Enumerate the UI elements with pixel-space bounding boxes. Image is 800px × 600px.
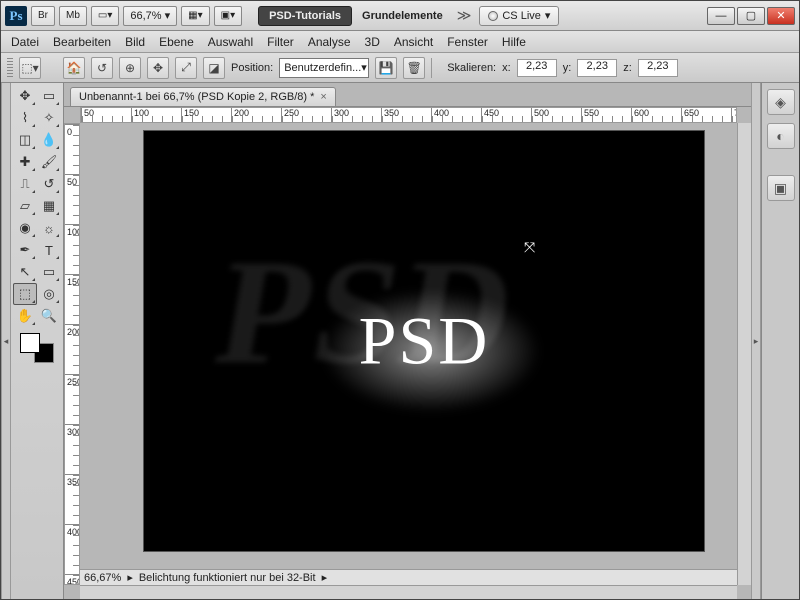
delete-preset-icon[interactable]: 🗑 xyxy=(403,57,425,79)
gradient-tool[interactable]: ▦ xyxy=(37,195,61,217)
y-label: y: xyxy=(563,62,572,74)
opt-scale-icon[interactable]: ⤢ xyxy=(175,57,197,79)
screen-mode-button[interactable]: ▭▾ xyxy=(91,6,119,26)
tool-preset-button[interactable]: ⬚▾ xyxy=(19,57,41,79)
type-tool[interactable]: T xyxy=(37,239,61,261)
options-bar: ⬚▾ 🏠 ↺ ⊕ ✥ ⤢ ◪ Position: Benutzerdefin..… xyxy=(1,53,799,83)
titlebar: Ps Br Mb ▭▾ 66,7% ▾ ▦▾ ▣▾ PSD-Tutorials … xyxy=(1,1,799,31)
3d-cursor-icon: ⤧ xyxy=(524,239,535,256)
scale-x-field[interactable]: 2,23 xyxy=(517,59,557,77)
position-dropdown[interactable]: Benutzerdefin...▾ xyxy=(279,58,369,78)
opt-rotate-icon[interactable]: ↺ xyxy=(91,57,113,79)
status-arrow2-icon[interactable]: ▸ xyxy=(322,571,328,584)
opt-orbit-icon[interactable]: ⊕ xyxy=(119,57,141,79)
hand-tool[interactable]: ✋ xyxy=(13,305,37,327)
document-tab[interactable]: Unbenannt-1 bei 66,7% (PSD Kopie 2, RGB/… xyxy=(70,87,336,106)
3d-tool[interactable]: ⬚ xyxy=(13,283,37,305)
eyedropper-tool[interactable]: 💧 xyxy=(37,129,61,151)
bridge-button[interactable]: Br xyxy=(31,6,55,26)
path-tool[interactable]: ↖ xyxy=(13,261,37,283)
collapse-right[interactable]: ▸ xyxy=(751,83,761,599)
menu-bearbeiten[interactable]: Bearbeiten xyxy=(53,35,111,49)
menu-auswahl[interactable]: Auswahl xyxy=(208,35,253,49)
opt-pan-icon[interactable]: ✥ xyxy=(147,57,169,79)
brush-tool[interactable]: 🖌 xyxy=(37,151,61,173)
save-preset-icon[interactable]: 💾 xyxy=(375,57,397,79)
paths-panel-icon[interactable]: ▣ xyxy=(767,175,795,201)
scale-z-field[interactable]: 2,23 xyxy=(638,59,678,77)
menu-hilfe[interactable]: Hilfe xyxy=(502,35,526,49)
menu-ansicht[interactable]: Ansicht xyxy=(394,35,433,49)
dodge-tool[interactable]: ☼ xyxy=(37,217,61,239)
collapse-left[interactable]: ◂ xyxy=(1,83,11,599)
status-arrow-icon[interactable]: ▸ xyxy=(127,571,133,584)
crop-tool[interactable]: ◫ xyxy=(13,129,37,151)
editor-wrap: Unbenannt-1 bei 66,7% (PSD Kopie 2, RGB/… xyxy=(64,83,751,599)
3d-camera-tool[interactable]: ◎ xyxy=(37,283,61,305)
menu-fenster[interactable]: Fenster xyxy=(447,35,488,49)
lasso-tool[interactable]: ⌇ xyxy=(13,107,37,129)
marquee-tool[interactable]: ▭ xyxy=(37,85,61,107)
z-label: z: xyxy=(623,62,632,74)
grip-icon[interactable] xyxy=(7,58,13,78)
wand-tool[interactable]: ✧ xyxy=(37,107,61,129)
scale-label: Skalieren: xyxy=(447,62,496,74)
pen-tool[interactable]: ✒ xyxy=(13,239,37,261)
canvas-text: PSD xyxy=(359,302,490,381)
ruler-vertical[interactable]: 050100150200250300350400450 xyxy=(64,123,80,585)
move-tool[interactable]: ✥ xyxy=(13,85,37,107)
toolbox: ✥▭ ⌇✧ ◫💧 ✚🖌 ⎍↺ ▱▦ ◉☼ ✒T ↖▭ ⬚◎ ✋🔍 xyxy=(11,83,64,599)
close-button[interactable]: ✕ xyxy=(767,7,795,25)
scrollbar-vertical[interactable] xyxy=(737,123,751,585)
menu-ebene[interactable]: Ebene xyxy=(159,35,194,49)
status-msg: Belichtung funktioniert nur bei 32-Bit xyxy=(139,572,316,584)
opt-home-icon[interactable]: 🏠 xyxy=(63,57,85,79)
scrollbar-horizontal[interactable] xyxy=(80,585,737,599)
status-bar: 66,67% ▸ Belichtung funktioniert nur bei… xyxy=(80,569,737,585)
minibridge-button[interactable]: Mb xyxy=(59,6,87,26)
menu-bild[interactable]: Bild xyxy=(125,35,145,49)
extras-button[interactable]: ▣▾ xyxy=(214,6,242,26)
workspace-tab-grundelemente[interactable]: Grundelemente xyxy=(356,10,449,22)
status-zoom[interactable]: 66,67% xyxy=(84,572,121,584)
eraser-tool[interactable]: ▱ xyxy=(13,195,37,217)
maximize-button[interactable]: ▢ xyxy=(737,7,765,25)
ruler-horizontal[interactable]: 5010015020025030035040045050055060065070… xyxy=(80,107,737,123)
cslive-button[interactable]: CS Live▾ xyxy=(479,6,559,26)
right-dock: ◈ ◐ ▣ xyxy=(761,83,799,599)
arrange-button[interactable]: ▦▾ xyxy=(181,6,209,26)
position-label: Position: xyxy=(231,62,273,74)
minimize-button[interactable]: — xyxy=(707,7,735,25)
stamp-tool[interactable]: ⎍ xyxy=(13,173,37,195)
zoom-tool[interactable]: 🔍 xyxy=(37,305,61,327)
menu-3d[interactable]: 3D xyxy=(365,35,380,49)
workspace-more-icon[interactable]: ≫ xyxy=(453,7,476,24)
blur-tool[interactable]: ◉ xyxy=(13,217,37,239)
zoom-dropdown[interactable]: 66,7% ▾ xyxy=(123,6,177,26)
shape-tool[interactable]: ▭ xyxy=(37,261,61,283)
workspace-tab-psdtutorials[interactable]: PSD-Tutorials xyxy=(258,6,352,26)
canvas[interactable]: PSD PSD ⤧ xyxy=(144,131,704,551)
history-brush-tool[interactable]: ↺ xyxy=(37,173,61,195)
editor: 5010015020025030035040045050055060065070… xyxy=(64,106,751,599)
tab-close-icon[interactable]: × xyxy=(320,91,326,103)
scale-y-field[interactable]: 2,23 xyxy=(577,59,617,77)
layers-panel-icon[interactable]: ◈ xyxy=(767,89,795,115)
menu-analyse[interactable]: Analyse xyxy=(308,35,351,49)
color-swatch[interactable] xyxy=(20,333,54,363)
heal-tool[interactable]: ✚ xyxy=(13,151,37,173)
adjustments-panel-icon[interactable]: ◐ xyxy=(767,123,795,149)
opt-3d-icon[interactable]: ◪ xyxy=(203,57,225,79)
menu-filter[interactable]: Filter xyxy=(267,35,294,49)
x-label: x: xyxy=(502,62,511,74)
menubar: Datei Bearbeiten Bild Ebene Auswahl Filt… xyxy=(1,31,799,53)
main: ◂ ✥▭ ⌇✧ ◫💧 ✚🖌 ⎍↺ ▱▦ ◉☼ ✒T ↖▭ ⬚◎ ✋🔍 Unben… xyxy=(1,83,799,599)
menu-datei[interactable]: Datei xyxy=(11,35,39,49)
app-logo[interactable]: Ps xyxy=(5,6,27,26)
